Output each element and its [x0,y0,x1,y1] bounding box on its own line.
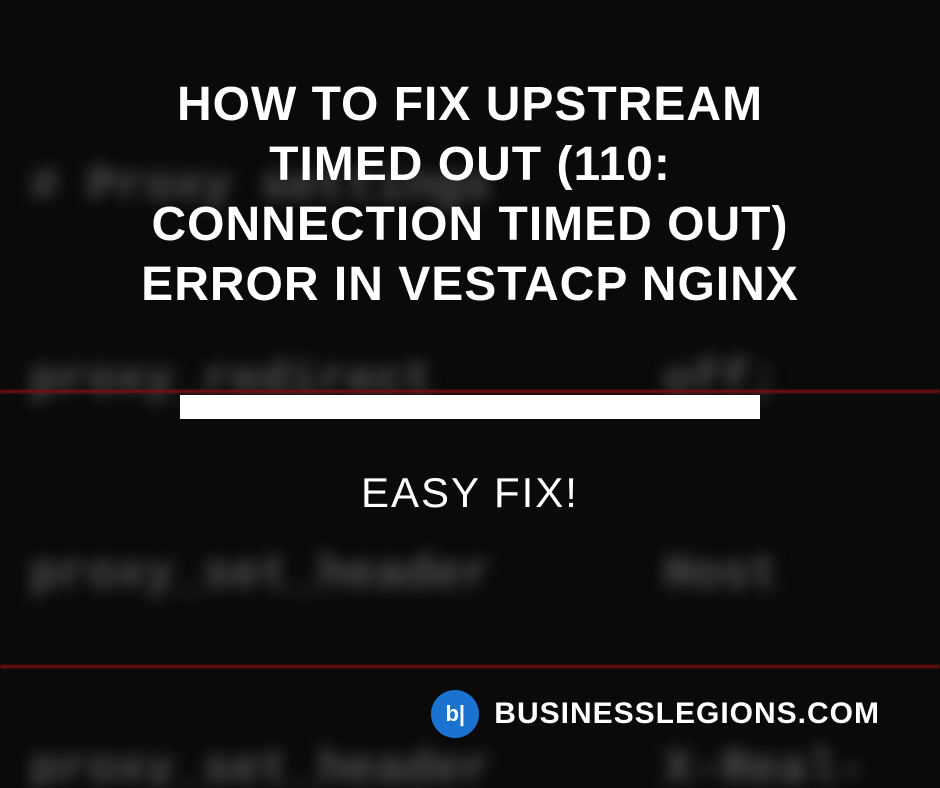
logo-icon: b| [431,690,479,738]
overlay-content: HOW TO FIX UPSTREAM TIMED OUT (110: CONN… [0,0,940,788]
logo-text: b| [445,701,465,727]
site-name: BUSINESSLEGIONS.COM [494,697,880,731]
divider-bar [180,395,760,419]
main-title: HOW TO FIX UPSTREAM TIMED OUT (110: CONN… [110,75,830,315]
footer: b| BUSINESSLEGIONS.COM [431,690,880,738]
subtitle: EASY FIX! [361,469,579,517]
